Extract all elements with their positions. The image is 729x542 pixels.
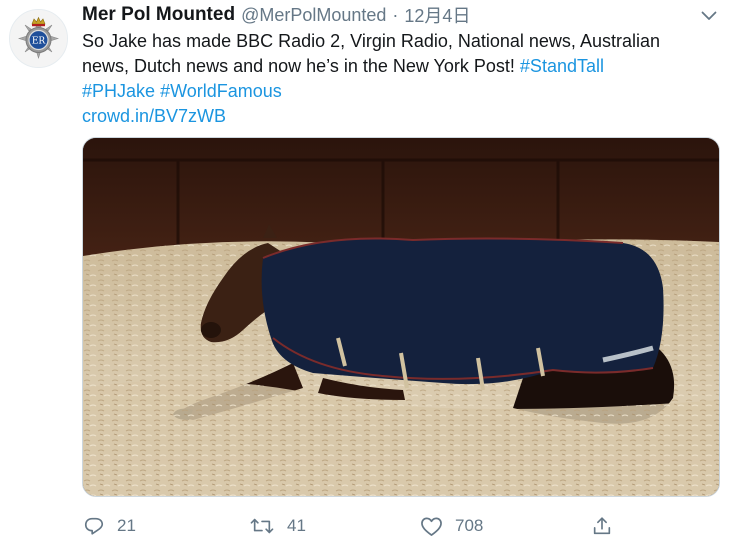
- tweet: ER Mer Pol Mounted @MerPolMounted · 12月4…: [0, 0, 729, 542]
- reply-count: 21: [117, 516, 136, 535]
- hashtags-line: #PHJake #WorldFamous: [82, 79, 722, 104]
- tweet-header: Mer Pol Mounted @MerPolMounted · 12月4日: [82, 3, 682, 27]
- tweet-text-line: So Jake has made BBC Radio 2, Virgin Rad…: [82, 31, 660, 51]
- tweet-text: So Jake has made BBC Radio 2, Virgin Rad…: [82, 29, 722, 129]
- url-line: crowd.in/BV7zWB: [82, 104, 722, 129]
- user-handle[interactable]: @MerPolMounted: [241, 5, 386, 26]
- like-button[interactable]: 708: [420, 510, 483, 542]
- police-crest-icon: ER: [10, 10, 67, 67]
- tweet-timestamp[interactable]: 12月4日: [404, 2, 470, 28]
- chevron-down-icon: [701, 11, 717, 20]
- retweet-button[interactable]: 41: [249, 510, 306, 542]
- share-icon: [593, 517, 611, 535]
- hashtag-standtall-link[interactable]: #StandTall: [520, 56, 604, 76]
- avatar[interactable]: ER: [9, 9, 68, 68]
- reply-button[interactable]: 21: [83, 510, 136, 542]
- retweet-count: 41: [287, 516, 306, 535]
- heart-icon: [421, 517, 442, 536]
- hashtag-worldfamous-link[interactable]: #WorldFamous: [160, 81, 282, 101]
- display-name[interactable]: Mer Pol Mounted: [82, 4, 235, 26]
- horse-photo-image: [83, 138, 719, 496]
- retweet-icon: [250, 518, 274, 534]
- tweet-actions-bar: 21 41 708: [0, 510, 729, 542]
- more-options-button[interactable]: [697, 5, 721, 27]
- tweet-text-line: news, Dutch news and now he’s in the New…: [82, 54, 722, 79]
- separator-dot: ·: [392, 4, 399, 25]
- like-count: 708: [455, 516, 484, 535]
- svg-text:ER: ER: [32, 37, 46, 47]
- reply-icon: [84, 517, 104, 535]
- share-button[interactable]: [591, 510, 613, 542]
- tweet-photo[interactable]: [82, 137, 720, 497]
- hashtag-phjake-link[interactable]: #PHJake: [82, 81, 155, 101]
- external-link[interactable]: crowd.in/BV7zWB: [82, 106, 226, 126]
- tweet-text-segment: news, Dutch news and now he’s in the New…: [82, 56, 520, 76]
